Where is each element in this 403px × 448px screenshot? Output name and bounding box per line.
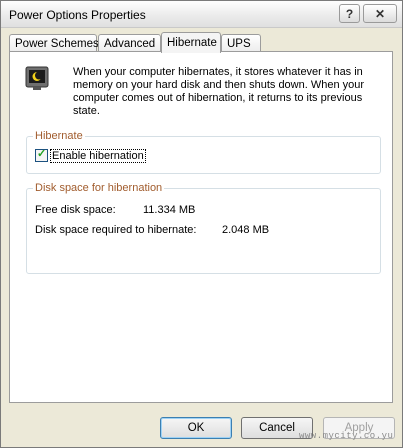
window-title: Power Options Properties xyxy=(9,8,146,22)
ok-button[interactable]: OK xyxy=(160,417,232,439)
required-disk-space-value: 2.048 MB xyxy=(222,224,270,236)
hibernate-tab-panel: When your computer hibernates, it stores… xyxy=(9,51,393,403)
hibernate-monitor-icon xyxy=(25,66,49,90)
hibernate-group-title: Hibernate xyxy=(33,130,85,142)
tab-hibernate[interactable]: Hibernate xyxy=(161,32,221,53)
enable-hibernation-checkbox[interactable]: ✓ xyxy=(35,148,48,162)
free-disk-space-value: 11.334 MB xyxy=(143,204,196,216)
close-button[interactable]: ✕ xyxy=(363,4,397,23)
disk-space-group-title: Disk space for hibernation xyxy=(33,182,165,194)
hibernate-group: Hibernate ✓ Enable hibernation xyxy=(26,130,381,174)
power-options-dialog: Power Options Properties ? ✕ Power Schem… xyxy=(0,0,403,448)
watermark: www.mycity.co.yu xyxy=(299,431,394,441)
tab-advanced[interactable]: Advanced xyxy=(98,34,161,52)
disk-space-group: Disk space for hibernation Free disk spa… xyxy=(26,182,381,274)
checkmark-icon: ✓ xyxy=(37,148,47,160)
help-button[interactable]: ? xyxy=(339,4,360,23)
free-disk-space-label: Free disk space: xyxy=(35,204,116,216)
tab-power-schemes[interactable]: Power Schemes xyxy=(9,34,99,52)
enable-hibernation-row[interactable]: ✓ Enable hibernation xyxy=(35,148,146,163)
hibernate-description: When your computer hibernates, it stores… xyxy=(73,66,365,117)
tab-ups[interactable]: UPS xyxy=(221,34,261,52)
enable-hibernation-label[interactable]: Enable hibernation xyxy=(50,148,146,163)
title-bar[interactable]: Power Options Properties ? ✕ xyxy=(1,1,402,28)
required-disk-space-label: Disk space required to hibernate: xyxy=(35,224,197,236)
